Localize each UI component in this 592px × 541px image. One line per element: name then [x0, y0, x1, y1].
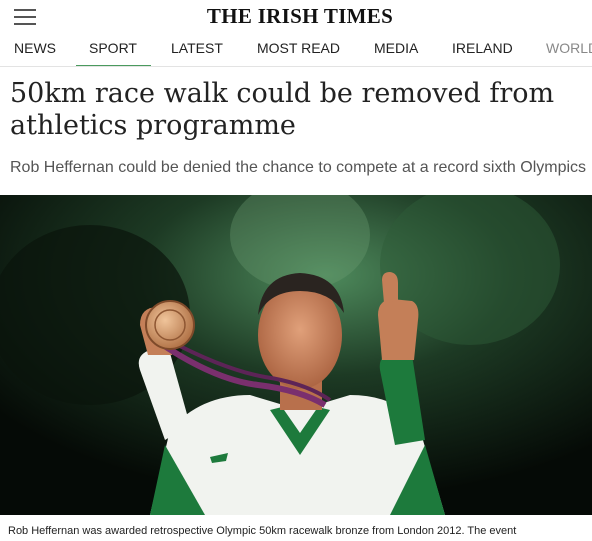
nav-item-ireland[interactable]: IRELAND	[452, 40, 513, 65]
section-nav: NEWS SPORT LATEST MOST READ MEDIA IRELAN…	[0, 34, 592, 67]
nav-item-media[interactable]: MEDIA	[374, 40, 418, 65]
nav-item-most-read[interactable]: MOST READ	[257, 40, 340, 65]
article-headline: 50km race walk could be removed from ath…	[10, 78, 555, 141]
masthead-logo[interactable]: THE IRISH TIMES	[0, 4, 592, 29]
nav-item-world[interactable]: WORLD	[546, 40, 592, 65]
article-hero-image	[0, 195, 592, 515]
site-header: THE IRISH TIMES	[0, 0, 592, 34]
nav-item-latest[interactable]: LATEST	[171, 40, 223, 65]
image-caption: Rob Heffernan was awarded retrospective …	[8, 525, 517, 537]
nav-item-news[interactable]: NEWS	[14, 40, 56, 65]
nav-item-sport[interactable]: SPORT	[76, 40, 151, 66]
article-standfirst: Rob Heffernan could be denied the chance…	[10, 159, 587, 176]
